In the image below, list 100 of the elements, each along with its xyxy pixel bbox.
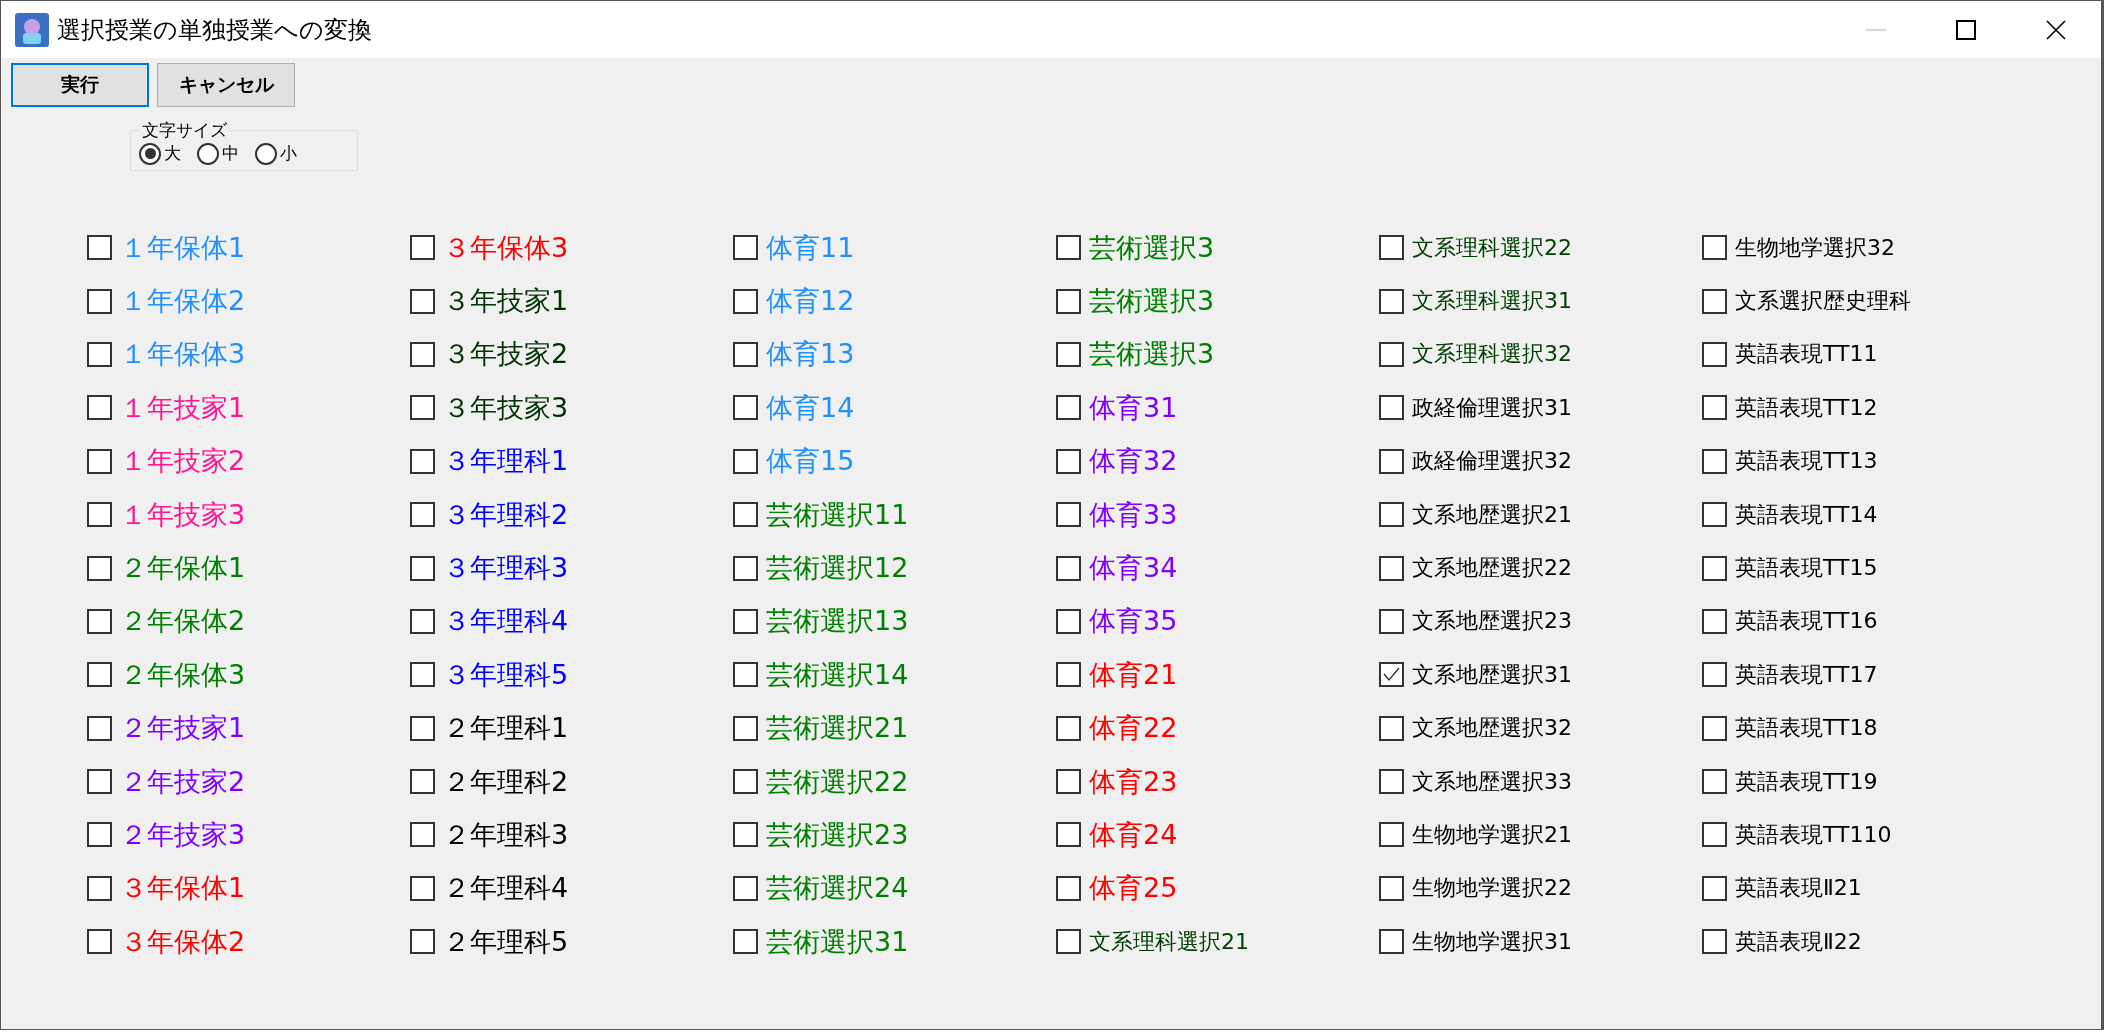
checkbox[interactable] <box>1379 875 1404 901</box>
radio-button[interactable] <box>255 142 277 165</box>
checkbox[interactable] <box>1702 235 1727 261</box>
checkbox[interactable] <box>87 822 112 848</box>
checkbox[interactable] <box>1379 235 1404 261</box>
checkbox[interactable] <box>1056 929 1081 955</box>
checkbox[interactable] <box>1379 341 1404 367</box>
checkbox[interactable] <box>733 875 758 901</box>
close-icon[interactable] <box>2045 18 2067 41</box>
checkbox[interactable] <box>1702 502 1727 528</box>
checkbox[interactable] <box>1056 715 1081 741</box>
checkbox[interactable] <box>410 448 435 474</box>
checkbox[interactable] <box>87 715 112 741</box>
checkbox[interactable] <box>1056 769 1081 795</box>
course-label: 体育13 <box>766 337 855 372</box>
checkbox[interactable] <box>410 662 435 688</box>
course-label: 芸術選択3 <box>1089 230 1215 265</box>
radio-button[interactable] <box>197 142 219 165</box>
checkbox[interactable] <box>733 555 758 581</box>
checkbox[interactable] <box>410 929 435 955</box>
checkbox[interactable] <box>1056 395 1081 421</box>
checkbox[interactable] <box>1379 662 1404 688</box>
checkbox[interactable] <box>410 341 435 367</box>
checkbox[interactable] <box>1379 822 1404 848</box>
checkbox[interactable] <box>87 555 112 581</box>
checkbox[interactable] <box>1056 608 1081 634</box>
checkbox[interactable] <box>733 608 758 634</box>
checkbox[interactable] <box>733 235 758 261</box>
checkbox[interactable] <box>1702 929 1727 955</box>
checkbox[interactable] <box>87 502 112 528</box>
checkbox[interactable] <box>733 502 758 528</box>
checkbox[interactable] <box>410 875 435 901</box>
checkbox[interactable] <box>733 341 758 367</box>
checkbox[interactable] <box>1379 395 1404 421</box>
checkbox[interactable] <box>1702 822 1727 848</box>
checkbox[interactable] <box>87 875 112 901</box>
checkbox[interactable] <box>733 288 758 314</box>
checkbox[interactable] <box>87 769 112 795</box>
course-label: ２年技家2 <box>120 764 246 799</box>
checkbox[interactable] <box>410 502 435 528</box>
checkbox[interactable] <box>733 395 758 421</box>
checkbox[interactable] <box>1056 875 1081 901</box>
checkbox[interactable] <box>733 662 758 688</box>
checkbox[interactable] <box>1379 715 1404 741</box>
checkbox[interactable] <box>1056 662 1081 688</box>
checkbox[interactable] <box>410 288 435 314</box>
course-label: 芸術選択3 <box>1089 337 1215 372</box>
checkbox[interactable] <box>87 929 112 955</box>
checkbox[interactable] <box>1379 448 1404 474</box>
checkbox[interactable] <box>1379 929 1404 955</box>
checkbox[interactable] <box>87 235 112 261</box>
checkbox[interactable] <box>1702 448 1727 474</box>
course-label: 芸術選択23 <box>766 818 909 852</box>
checkbox[interactable] <box>410 555 435 581</box>
checkbox[interactable] <box>87 448 112 474</box>
checkbox[interactable] <box>1056 502 1081 528</box>
checkbox[interactable] <box>1702 875 1727 901</box>
checkbox[interactable] <box>1702 288 1727 314</box>
checkbox[interactable] <box>733 769 758 795</box>
checkbox[interactable] <box>410 715 435 741</box>
checkbox[interactable] <box>410 608 435 634</box>
checkbox[interactable] <box>1379 288 1404 314</box>
course-label: ２年保体3 <box>120 657 246 692</box>
maximize-icon[interactable] <box>1955 18 1977 41</box>
checkbox[interactable] <box>410 395 435 421</box>
checkbox[interactable] <box>1379 608 1404 634</box>
checkbox[interactable] <box>1056 555 1081 581</box>
checkbox[interactable] <box>410 235 435 261</box>
checkbox[interactable] <box>1702 395 1727 421</box>
checkbox[interactable] <box>1379 555 1404 581</box>
checkbox[interactable] <box>1056 288 1081 314</box>
checkbox[interactable] <box>87 662 112 688</box>
checkbox[interactable] <box>87 608 112 634</box>
checkbox[interactable] <box>1702 608 1727 634</box>
run-button[interactable]: 実行 <box>11 63 149 107</box>
checkbox[interactable] <box>1379 502 1404 528</box>
checkbox[interactable] <box>733 715 758 741</box>
course-label: １年技家2 <box>120 444 246 479</box>
checkbox[interactable] <box>1056 448 1081 474</box>
checkbox[interactable] <box>87 288 112 314</box>
radio-button[interactable] <box>139 142 161 165</box>
checkbox[interactable] <box>87 341 112 367</box>
checkbox[interactable] <box>1379 769 1404 795</box>
checkbox[interactable] <box>410 769 435 795</box>
checkbox[interactable] <box>733 822 758 848</box>
checkbox[interactable] <box>733 929 758 955</box>
checkbox[interactable] <box>733 448 758 474</box>
checkbox[interactable] <box>1702 715 1727 741</box>
course-label: 文系地歴選択22 <box>1412 554 1572 583</box>
checkbox[interactable] <box>410 822 435 848</box>
cancel-button[interactable]: キャンセル <box>157 63 295 107</box>
course-label: ２年理科3 <box>443 818 569 852</box>
checkbox[interactable] <box>1702 341 1727 367</box>
checkbox[interactable] <box>87 395 112 421</box>
checkbox[interactable] <box>1056 341 1081 367</box>
checkbox[interactable] <box>1056 235 1081 261</box>
checkbox[interactable] <box>1702 555 1727 581</box>
checkbox[interactable] <box>1056 822 1081 848</box>
checkbox[interactable] <box>1702 769 1727 795</box>
checkbox[interactable] <box>1702 662 1727 688</box>
